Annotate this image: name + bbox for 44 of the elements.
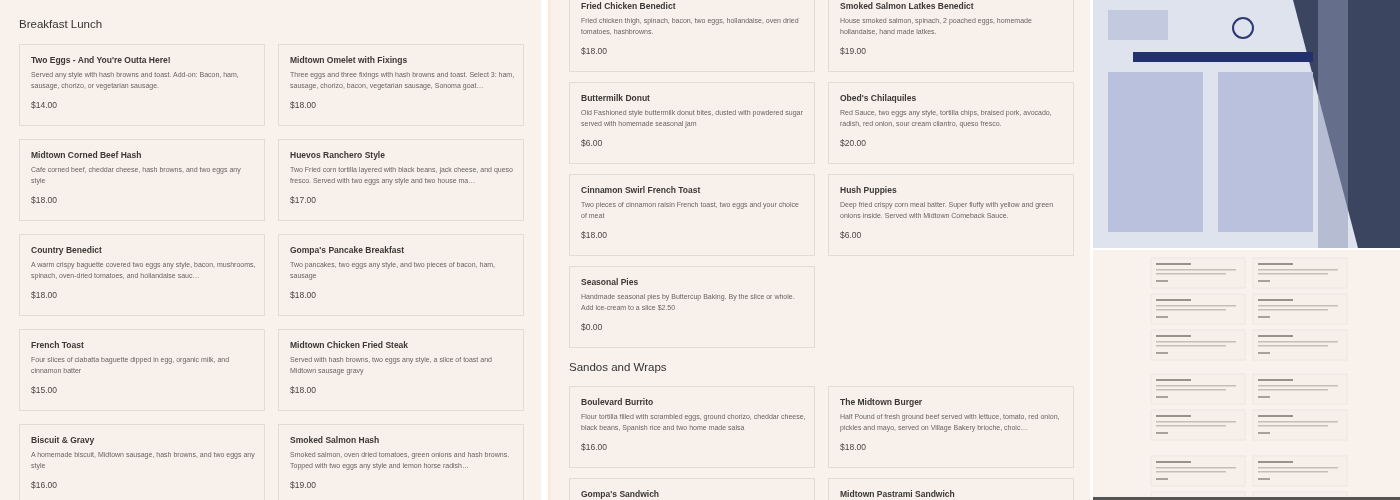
- item-price: $20.00: [840, 137, 867, 149]
- section-heading: Sandos and Wraps: [569, 360, 668, 374]
- item-price: $0.00: [581, 321, 604, 333]
- item-price: $18.00: [581, 229, 608, 241]
- item-price: $18.00: [290, 384, 317, 396]
- item-title: Huevos Ranchero Style: [290, 150, 386, 161]
- item-price: $18.00: [840, 441, 867, 453]
- item-price: $17.00: [290, 194, 317, 206]
- item-title: Two Eggs - And You're Outta Here!: [31, 55, 172, 66]
- item-title: Smoked Salmon Latkes Benedict: [840, 1, 975, 12]
- item-price: $16.00: [31, 479, 58, 491]
- item-title: Fried Chicken Benedict: [581, 1, 677, 12]
- item-price: $6.00: [840, 229, 863, 241]
- item-title: Boulevard Burrito: [581, 397, 655, 408]
- item-price: $19.00: [290, 479, 317, 491]
- item-title: Midtown Pastrami Sandwich: [840, 489, 956, 500]
- item-price: $14.00: [31, 99, 58, 111]
- item-title: Midtown Omelet with Fixings: [290, 55, 409, 66]
- item-title: Country Benedict: [31, 245, 103, 256]
- item-title: Obed's Chilaquiles: [840, 93, 918, 104]
- item-price: $18.00: [31, 289, 58, 301]
- item-price: $15.00: [31, 384, 58, 396]
- item-title: Gompa's Pancake Breakfast: [290, 245, 405, 256]
- item-title: Cinnamon Swirl French Toast: [581, 185, 702, 196]
- section-heading: Breakfast Lunch: [19, 17, 104, 31]
- item-price: $18.00: [290, 289, 317, 301]
- item-price: $16.00: [581, 441, 608, 453]
- item-title: Seasonal Pies: [581, 277, 640, 288]
- menu-card[interactable]: Midtown Pastrami Sandwich: [828, 478, 1074, 500]
- item-price: $6.00: [581, 137, 604, 149]
- item-title: Midtown Chicken Fried Steak: [290, 340, 410, 351]
- item-title: Midtown Corned Beef Hash: [31, 150, 143, 161]
- item-title: Gompa's Sandwich: [581, 489, 661, 500]
- item-title: Smoked Salmon Hash: [290, 435, 381, 446]
- menu-card[interactable]: Gompa's Sandwich: [569, 478, 815, 500]
- item-title: Buttermilk Donut: [581, 93, 651, 104]
- item-title: The Midtown Burger: [840, 397, 924, 408]
- item-title: French Toast: [31, 340, 85, 351]
- item-price: $19.00: [840, 45, 867, 57]
- item-price: $18.00: [290, 99, 317, 111]
- item-price: $18.00: [31, 194, 58, 206]
- item-price: $18.00: [581, 45, 608, 57]
- item-title: Biscuit & Gravy: [31, 435, 96, 446]
- item-title: Hush Puppies: [840, 185, 898, 196]
